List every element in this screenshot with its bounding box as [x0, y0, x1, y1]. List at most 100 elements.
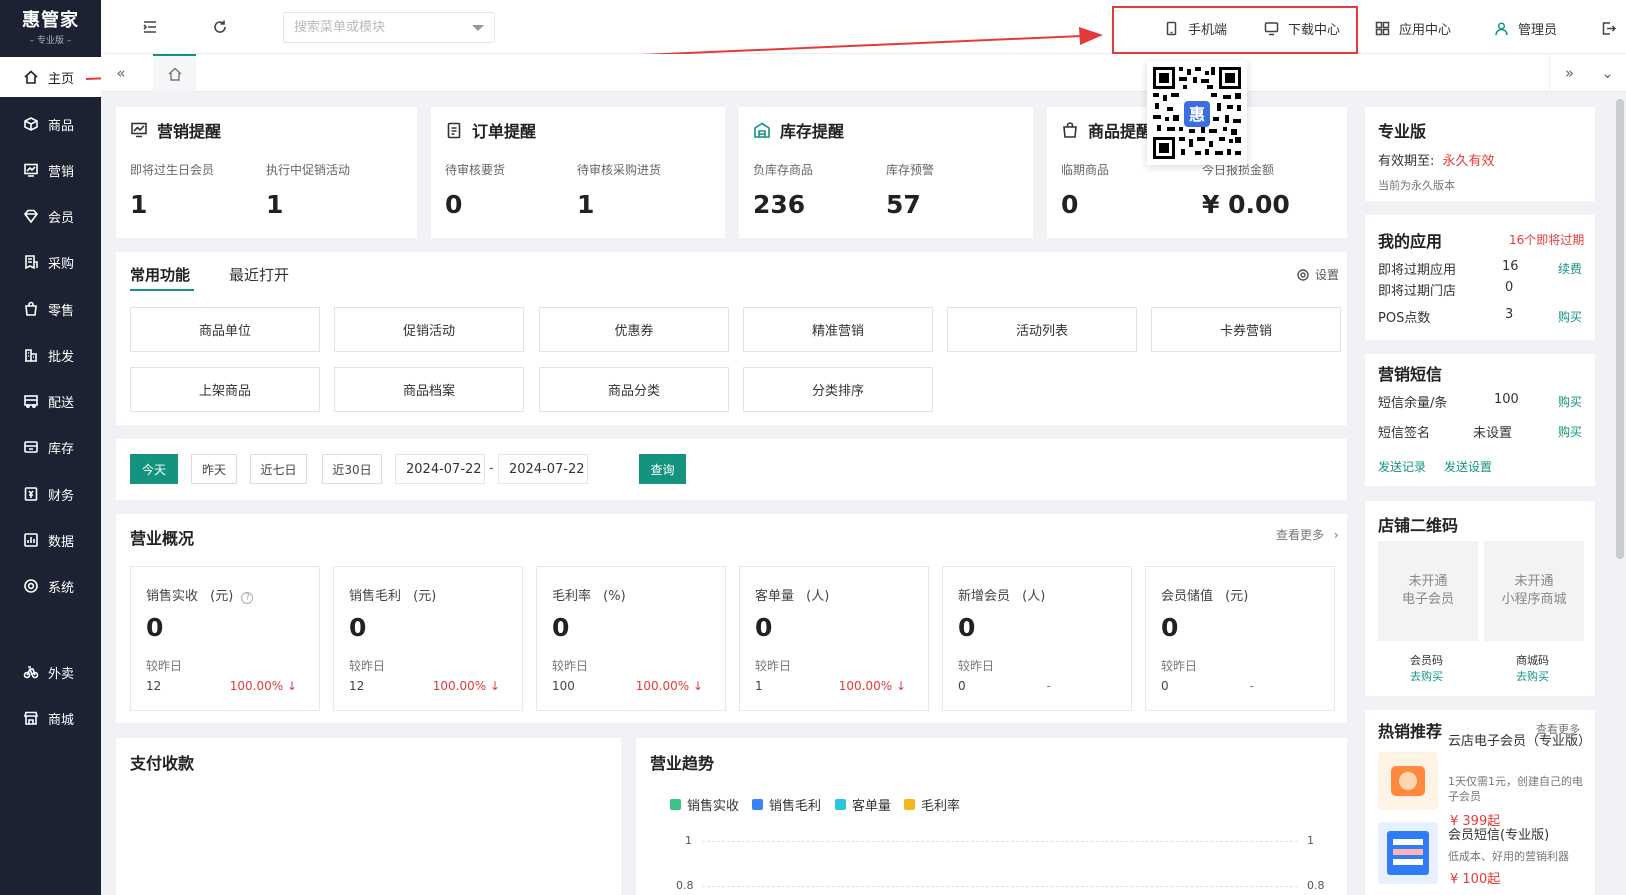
- tab-bar: « » ⌄: [101, 54, 1626, 92]
- metric-member-stored-value[interactable]: 会员储值 (元) 0 较昨日 0 -: [1145, 566, 1335, 711]
- functions-settings-button[interactable]: 设置: [1296, 266, 1339, 283]
- fn-list-product-button[interactable]: 上架商品: [130, 367, 320, 412]
- sidebar-item-delivery[interactable]: 配送: [0, 381, 101, 421]
- metric-new-members[interactable]: 新增会员 (人) 0 较昨日 0 -: [942, 566, 1132, 711]
- birthday-members-value[interactable]: 1: [130, 190, 147, 219]
- sidebar-item-system[interactable]: 系统: [0, 566, 101, 606]
- metric-compare-label: 较昨日: [958, 659, 995, 673]
- metric-gross-margin[interactable]: 毛利率 (%) 0 较昨日 100 100.00% ↓: [536, 566, 726, 711]
- fn-promotion-button[interactable]: 促销活动: [334, 307, 524, 352]
- negative-stock-value[interactable]: 236: [753, 190, 805, 219]
- fn-product-category-button[interactable]: 商品分类: [539, 367, 729, 412]
- sidebar-item-retail[interactable]: 零售: [0, 289, 101, 329]
- refresh-button[interactable]: [211, 18, 229, 36]
- fn-category-sort-button[interactable]: 分类排序: [743, 367, 933, 412]
- fn-activity-list-button[interactable]: 活动列表: [947, 307, 1137, 352]
- end-date-input[interactable]: 2024-07-22: [498, 454, 588, 484]
- sidebar-item-finance[interactable]: 财务: [0, 474, 101, 514]
- tab-scroll-left-button[interactable]: «: [101, 54, 141, 92]
- stock-warning-label: 库存预警: [886, 163, 935, 177]
- tab-dropdown-button[interactable]: ⌄: [1589, 54, 1626, 92]
- mall-qr-tile: 未开通 小程序商城: [1484, 541, 1584, 641]
- sidebar-item-label: 财务: [48, 488, 75, 504]
- mall-qr-buy-link[interactable]: 去购买: [1516, 668, 1549, 684]
- sidebar-item-mall[interactable]: 商城: [0, 698, 101, 738]
- admin-user-menu[interactable]: 管理员: [1494, 18, 1557, 38]
- date-today-button[interactable]: 今天: [130, 454, 178, 484]
- card-title-text: 商品提醒: [1088, 122, 1153, 141]
- menu-search-input[interactable]: [284, 13, 464, 42]
- chevron-down-icon[interactable]: [472, 25, 484, 31]
- expiring-products-value[interactable]: 0: [1061, 190, 1078, 219]
- sidebar-item-purchase[interactable]: 采购: [0, 242, 101, 282]
- sidebar-item-data[interactable]: 数据: [0, 520, 101, 560]
- hot-item-image[interactable]: [1378, 752, 1438, 810]
- sidebar-item-marketing[interactable]: 营销: [0, 150, 101, 190]
- logout-button[interactable]: [1601, 18, 1625, 38]
- pending-purchase-value[interactable]: 1: [577, 190, 594, 219]
- svg-text:惠: 惠: [1189, 105, 1205, 124]
- sms-row-label: 短信余量/条: [1378, 396, 1448, 411]
- buy-signature-link[interactable]: 购买: [1558, 423, 1582, 440]
- app-center-link[interactable]: 应用中心: [1375, 18, 1451, 38]
- tab-recently-opened[interactable]: 最近打开: [229, 264, 289, 285]
- date-last7-button[interactable]: 近七日: [250, 454, 307, 484]
- metric-compare-label: 较昨日: [1161, 659, 1198, 673]
- sidebar-item-wholesale[interactable]: 批发: [0, 335, 101, 375]
- menu-collapse-button[interactable]: [141, 18, 159, 36]
- metric-previous: 100: [552, 679, 575, 693]
- member-qr-buy-link[interactable]: 去购买: [1410, 668, 1443, 684]
- start-date-input[interactable]: 2024-07-22: [395, 454, 485, 484]
- active-promotions-value[interactable]: 1: [266, 190, 283, 219]
- hot-item-image[interactable]: [1378, 822, 1438, 884]
- sidebar-item-takeout[interactable]: 外卖: [0, 652, 101, 692]
- expiring-apps-badge[interactable]: 16个即将过期: [1509, 231, 1584, 248]
- tab-home[interactable]: [153, 54, 196, 92]
- fn-product-archive-button[interactable]: 商品档案: [334, 367, 524, 412]
- gear-icon: [24, 579, 38, 593]
- buy-sms-link[interactable]: 购买: [1558, 393, 1582, 410]
- query-button[interactable]: 查询: [639, 454, 686, 484]
- overview-more-link[interactable]: 查看更多 ›: [1276, 526, 1339, 543]
- finance-icon: [24, 487, 38, 501]
- metric-title: 销售实收 (元) ?: [146, 585, 254, 604]
- member-qr-caption: 会员码: [1410, 654, 1443, 667]
- menu-search[interactable]: [283, 12, 495, 43]
- apps-row-label: POS点数: [1378, 311, 1431, 326]
- date-last30-button[interactable]: 近30日: [322, 454, 382, 484]
- tab-scroll-right-button[interactable]: »: [1549, 54, 1589, 92]
- metric-order-count[interactable]: 客单量 (人) 0 较昨日 1 100.00% ↓: [739, 566, 929, 711]
- sms-row-value: 100: [1494, 392, 1519, 407]
- metric-sales-revenue[interactable]: 销售实收 (元) ? 0 较昨日 12 100.00% ↓: [130, 566, 320, 711]
- hot-item-name[interactable]: 云店电子会员（专业版）: [1448, 733, 1591, 751]
- grid-apps-icon: [1375, 21, 1390, 35]
- help-icon[interactable]: ?: [241, 592, 254, 604]
- metric-gross-profit[interactable]: 销售毛利 (元) 0 较昨日 12 100.00% ↓: [333, 566, 523, 711]
- metric-compare-label: 较昨日: [552, 659, 589, 673]
- sms-send-settings-link[interactable]: 发送设置: [1444, 458, 1492, 475]
- legend-order-count[interactable]: 客单量: [835, 795, 891, 814]
- fn-coupon-button[interactable]: 优惠券: [539, 307, 729, 352]
- edition-label: – 专业版 –: [29, 36, 72, 46]
- pending-requisition-value[interactable]: 0: [445, 190, 462, 219]
- sms-send-records-link[interactable]: 发送记录: [1378, 458, 1426, 475]
- fn-precision-marketing-button[interactable]: 精准营销: [743, 307, 933, 352]
- date-yesterday-button[interactable]: 昨天: [191, 454, 237, 484]
- stock-warning-value[interactable]: 57: [886, 190, 921, 219]
- sidebar-item-products[interactable]: 商品: [0, 104, 101, 144]
- buy-pos-link[interactable]: 购买: [1558, 308, 1582, 325]
- hot-item-name[interactable]: 会员短信(专业版): [1448, 824, 1549, 843]
- tab-common-functions[interactable]: 常用功能: [130, 264, 190, 285]
- legend-gross-profit[interactable]: 销售毛利: [752, 795, 821, 814]
- sidebar-item-inventory[interactable]: 库存: [0, 427, 101, 467]
- renew-apps-link[interactable]: 续费: [1558, 260, 1582, 277]
- legend-gross-margin[interactable]: 毛利率: [904, 795, 960, 814]
- fn-product-unit-button[interactable]: 商品单位: [130, 307, 320, 352]
- logo[interactable]: 惠管家 – 专业版 –: [0, 0, 101, 52]
- sidebar-item-home[interactable]: 主页: [0, 57, 101, 97]
- damage-amount-value[interactable]: ¥ 0.00: [1202, 190, 1290, 219]
- legend-sales-revenue[interactable]: 销售实收: [670, 795, 739, 814]
- sidebar-item-members[interactable]: 会员: [0, 196, 101, 236]
- page-scrollbar[interactable]: [1616, 99, 1624, 559]
- fn-card-marketing-button[interactable]: 卡券营销: [1151, 307, 1341, 352]
